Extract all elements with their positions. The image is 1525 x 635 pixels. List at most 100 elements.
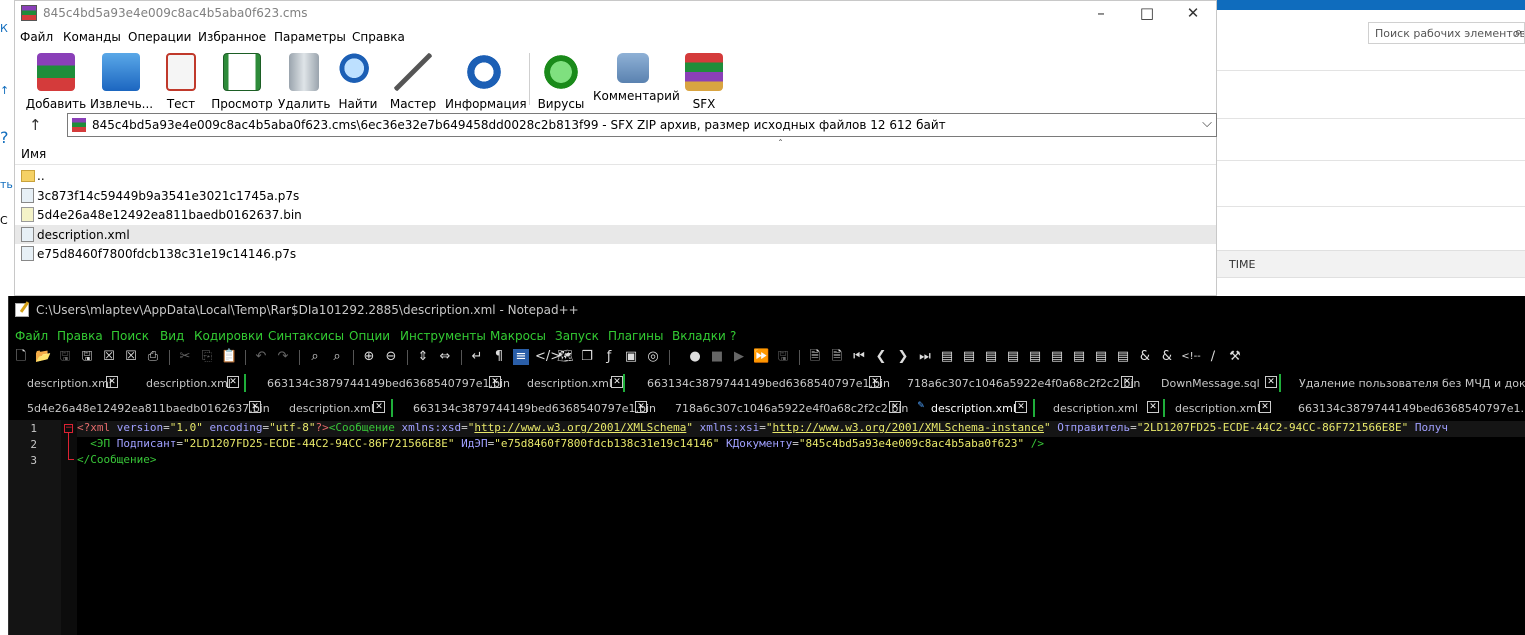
previous-icon[interactable]: ❮: [873, 349, 889, 365]
play-macro-icon[interactable]: ▶: [731, 349, 747, 365]
stop-macro-icon[interactable]: ■: [709, 349, 725, 365]
tab-close-icon[interactable]: ✕: [373, 401, 385, 413]
view-button[interactable]: Просмотр: [211, 51, 273, 111]
close-all-icon[interactable]: ☒: [123, 349, 139, 365]
tab-close-icon[interactable]: ✕: [249, 401, 261, 413]
tab-close-icon[interactable]: ✕: [869, 376, 881, 388]
plugin-tool-icon[interactable]: ▤: [1093, 349, 1109, 365]
file-row-parent[interactable]: ..: [15, 166, 1216, 186]
tab-close-icon[interactable]: ✕: [106, 376, 118, 388]
sfx-button[interactable]: SFX: [681, 51, 727, 111]
npp-menu-tabs[interactable]: Вкладки: [672, 329, 726, 343]
maximize-icon[interactable]: □: [1124, 1, 1170, 25]
npp-menu-file[interactable]: Файл: [15, 329, 48, 343]
plugin-tool-icon[interactable]: 🗎: [807, 349, 823, 365]
plugin-tool-icon[interactable]: ▤: [939, 349, 955, 365]
tab-close-icon[interactable]: ✕: [1121, 376, 1133, 388]
next-icon[interactable]: ❯: [895, 349, 911, 365]
run-macro-multiple-icon[interactable]: ⏩: [753, 349, 769, 365]
tab-close-icon[interactable]: ✕: [611, 376, 623, 388]
close-icon[interactable]: ✕: [1170, 1, 1216, 25]
delete-button[interactable]: Удалить: [278, 51, 331, 111]
notepad-titlebar[interactable]: C:\Users\mlaptev\AppData\Local\Temp\Rar$…: [9, 296, 1525, 324]
add-button[interactable]: Добавить: [25, 51, 87, 111]
sync-vertical-icon[interactable]: ⇕: [415, 349, 431, 365]
close-file-icon[interactable]: ☒: [101, 349, 117, 365]
tab-close-icon[interactable]: ✕: [1147, 401, 1159, 413]
code-area[interactable]: <?xml version="1.0" encoding="utf-8"?><С…: [77, 420, 1525, 635]
plugin-tool-icon[interactable]: ▤: [1071, 349, 1087, 365]
menu-help[interactable]: Справка: [352, 30, 405, 44]
npp-menu-options[interactable]: Опции: [349, 329, 390, 343]
ampersand-icon[interactable]: &: [1137, 349, 1153, 365]
npp-menu-help[interactable]: ?: [730, 329, 736, 343]
sync-horizontal-icon[interactable]: ⇔: [437, 349, 453, 365]
replace-icon[interactable]: ⌕: [329, 349, 345, 365]
comment-tag-icon[interactable]: <!--: [1181, 349, 1201, 365]
npp-menu-macros[interactable]: Макросы: [490, 329, 546, 343]
function-list-icon[interactable]: ƒ: [601, 349, 617, 365]
word-wrap-icon[interactable]: ↵: [469, 349, 485, 365]
plugin-tool-icon[interactable]: ▤: [1005, 349, 1021, 365]
xml-url-link[interactable]: http://www.w3.org/2001/XMLSchema-instanc…: [772, 421, 1044, 434]
last-icon[interactable]: ⏭: [917, 349, 933, 365]
settings-wrench-icon[interactable]: ⚒: [1227, 349, 1243, 365]
record-macro-icon[interactable]: ●: [687, 349, 703, 365]
redo-icon[interactable]: ↷: [275, 349, 291, 365]
archive-path-combobox[interactable]: 845c4bd5a93e4e009c8ac4b5aba0f623.cms\6ec…: [67, 113, 1217, 137]
find-button[interactable]: Найти: [335, 51, 381, 111]
info-button[interactable]: Информация: [445, 51, 527, 111]
document-map-icon[interactable]: 🗺: [557, 349, 574, 365]
menu-options[interactable]: Параметры: [274, 30, 346, 44]
menu-commands[interactable]: Команды: [63, 30, 121, 44]
code-editor[interactable]: 1 2 3 − <?xml version="1.0" encoding="ut…: [9, 420, 1525, 635]
minimize-icon[interactable]: –: [1078, 1, 1124, 25]
indent-guide-icon[interactable]: ≡: [513, 349, 529, 365]
save-icon[interactable]: 🖫: [57, 349, 73, 365]
up-arrow-icon[interactable]: ↑: [29, 116, 42, 134]
tab-close-icon[interactable]: ✕: [635, 401, 647, 413]
npp-menu-run[interactable]: Запуск: [555, 329, 599, 343]
test-button[interactable]: Тест: [157, 51, 205, 111]
show-all-chars-icon[interactable]: ¶: [491, 349, 507, 365]
zoom-in-icon[interactable]: ⊕: [361, 349, 377, 365]
winrar-titlebar[interactable]: 845c4bd5a93e4e009c8ac4b5aba0f623.cms – □…: [15, 1, 1216, 25]
plugin-tool-icon[interactable]: ▤: [961, 349, 977, 365]
plugin-tool-icon[interactable]: 🗎: [829, 349, 845, 365]
xml-url-link[interactable]: http://www.w3.org/2001/XMLSchema: [474, 421, 686, 434]
time-column-header[interactable]: TIME: [1229, 258, 1255, 271]
tab-close-icon[interactable]: ✕: [1265, 376, 1277, 388]
tab-close-icon[interactable]: ✕: [489, 376, 501, 388]
cut-icon[interactable]: ✂: [177, 349, 193, 365]
monitoring-icon[interactable]: ◎: [645, 349, 661, 365]
print-icon[interactable]: ⎙: [145, 349, 161, 365]
npp-menu-edit[interactable]: Правка: [57, 329, 103, 343]
file-row[interactable]: e75d8460f7800fdcb138c31e19c14146.p7s: [15, 244, 1216, 264]
npp-menu-encoding[interactable]: Кодировки: [194, 329, 263, 343]
comment-button[interactable]: Комментарий: [593, 51, 680, 109]
extract-button[interactable]: Извлечь...: [90, 51, 153, 111]
paste-icon[interactable]: 📋: [221, 349, 237, 365]
search-icon[interactable]: ⌕: [1515, 25, 1522, 40]
fold-collapse-icon[interactable]: −: [64, 424, 73, 433]
plugin-tool-icon[interactable]: ▤: [983, 349, 999, 365]
uncomment-icon[interactable]: ∕: [1205, 349, 1221, 365]
menu-file[interactable]: Файл: [20, 30, 53, 44]
workitem-search-input[interactable]: Поиск рабочих элементов ⌕: [1368, 22, 1525, 44]
ampersand-strike-icon[interactable]: &: [1159, 349, 1175, 365]
tab-close-icon[interactable]: ✕: [1259, 401, 1271, 413]
file-row-selected[interactable]: description.xml: [15, 224, 1216, 244]
tab-close-icon[interactable]: ✕: [1015, 401, 1027, 413]
file-row[interactable]: 3c873f14c59449b9a3541e3021c1745a.p7s: [15, 186, 1216, 206]
wizard-button[interactable]: Мастер: [387, 51, 439, 111]
npp-menu-tools[interactable]: Инструменты: [400, 329, 486, 343]
virus-scan-button[interactable]: Вирусы: [535, 51, 587, 111]
copy-icon[interactable]: ⎘: [199, 349, 215, 365]
file-row[interactable]: 5d4e26a48e12492ea811baedb0162637.bin: [15, 205, 1216, 225]
tab-close-icon[interactable]: ✕: [227, 376, 239, 388]
npp-menu-syntax[interactable]: Синтаксисы: [268, 329, 344, 343]
chevron-down-icon[interactable]: ⌵: [1202, 116, 1212, 131]
folder-workspace-icon[interactable]: ▣: [623, 349, 639, 365]
menu-favorites[interactable]: Избранное: [198, 30, 266, 44]
npp-menu-plugins[interactable]: Плагины: [608, 329, 663, 343]
